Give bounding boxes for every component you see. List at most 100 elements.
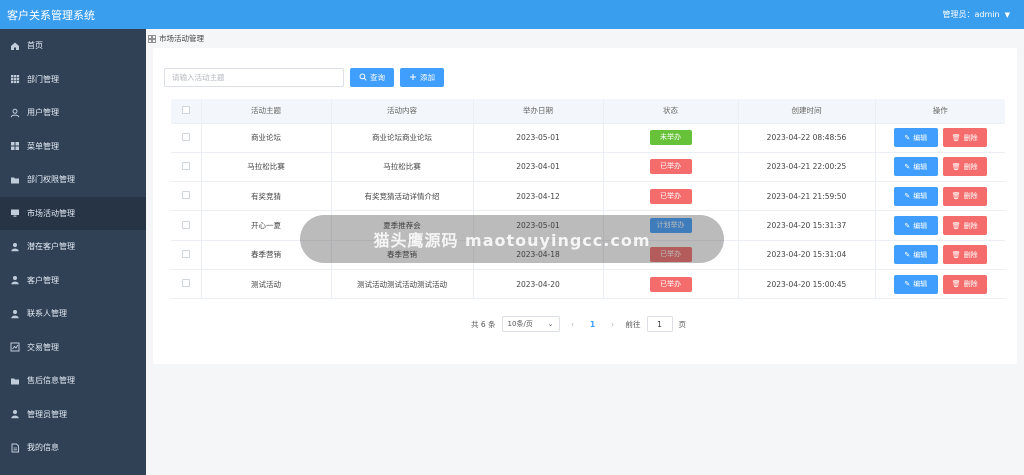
sidebar-item-label: 客户管理 bbox=[27, 275, 59, 285]
edit-button-label: 编辑 bbox=[913, 221, 928, 230]
sidebar-item-dept-permission[interactable]: 部门权限管理 bbox=[0, 163, 146, 197]
home-icon bbox=[10, 41, 20, 51]
trash-icon: 🗑 bbox=[951, 250, 961, 259]
delete-button[interactable]: 🗑 删除 bbox=[942, 245, 987, 265]
status-badge: 未举办 bbox=[649, 130, 692, 146]
menu-grid-icon bbox=[10, 141, 20, 151]
page-size-value: 10条/页 bbox=[507, 320, 533, 328]
trash-icon: 🗑 bbox=[951, 280, 961, 289]
select-all-cell[interactable] bbox=[171, 99, 202, 124]
edit-button[interactable]: ✎ 编辑 bbox=[893, 245, 938, 265]
header-content: 活动内容 bbox=[331, 99, 474, 124]
search-icon bbox=[359, 73, 367, 83]
sidebar-item-label: 我的信息 bbox=[27, 443, 59, 453]
admin-menu[interactable]: 管理员：admin ▼ bbox=[943, 9, 1010, 20]
add-button-label: 添加 bbox=[420, 73, 435, 82]
edit-icon: ✎ bbox=[904, 221, 911, 230]
document-icon bbox=[10, 443, 20, 453]
status-badge: 已举办 bbox=[649, 159, 692, 175]
edit-button[interactable]: ✎ 编辑 bbox=[893, 186, 938, 206]
sidebar-item-label: 潜在客户管理 bbox=[27, 242, 75, 252]
select-all-checkbox[interactable] bbox=[181, 105, 190, 114]
edit-button[interactable]: ✎ 编辑 bbox=[893, 216, 938, 236]
page-suffix: 页 bbox=[678, 319, 687, 329]
edit-button-label: 编辑 bbox=[913, 250, 928, 259]
sidebar-item-users[interactable]: 用户管理 bbox=[0, 96, 146, 130]
sidebar-item-home[interactable]: 首页 bbox=[0, 29, 146, 63]
chart-icon bbox=[10, 342, 20, 352]
plus-icon bbox=[409, 73, 417, 83]
watermark-banner: 猫头鹰源码 maotouyingcc.com bbox=[300, 215, 724, 263]
query-button-label: 查询 bbox=[370, 73, 385, 82]
total-count: 共 6 条 bbox=[471, 319, 496, 329]
delete-button[interactable]: 🗑 删除 bbox=[942, 186, 987, 206]
page-size-select[interactable]: 10条/页 ⌄ bbox=[501, 316, 560, 332]
edit-icon: ✎ bbox=[904, 133, 911, 142]
delete-button[interactable]: 🗑 删除 bbox=[942, 216, 987, 236]
status-badge: 已举办 bbox=[649, 188, 692, 204]
sidebar-item-admin[interactable]: 管理员管理 bbox=[0, 398, 146, 432]
delete-button[interactable]: 🗑 删除 bbox=[942, 157, 987, 177]
cell-created: 2023-04-20 15:31:37 bbox=[738, 210, 876, 241]
row-checkbox[interactable] bbox=[181, 191, 190, 200]
goto-page-input[interactable] bbox=[646, 316, 673, 332]
cell-content: 马拉松比赛 bbox=[331, 152, 474, 183]
row-checkbox[interactable] bbox=[181, 161, 190, 170]
header-actions: 操作 bbox=[875, 99, 1005, 124]
cell-created: 2023-04-22 08:48:56 bbox=[738, 123, 876, 153]
trash-icon: 🗑 bbox=[951, 133, 961, 142]
cell-content: 有奖竞猜活动详情介绍 bbox=[331, 181, 474, 212]
edit-button-label: 编辑 bbox=[913, 162, 928, 171]
delete-button-label: 删除 bbox=[963, 162, 978, 171]
sidebar-item-potential-customer[interactable]: 潜在客户管理 bbox=[0, 230, 146, 264]
sidebar-item-menu[interactable]: 菜单管理 bbox=[0, 130, 146, 164]
edit-button[interactable]: ✎ 编辑 bbox=[893, 128, 938, 148]
search-input[interactable] bbox=[164, 68, 344, 87]
row-checkbox[interactable] bbox=[181, 279, 190, 288]
delete-button-label: 删除 bbox=[963, 221, 978, 230]
activity-table: 活动主题 活动内容 举办日期 状态 创建时间 操作 商业论坛 商业论坛商业论坛 … bbox=[171, 99, 1005, 300]
sidebar-item-market-activity[interactable]: 市场活动管理 bbox=[0, 196, 146, 230]
edit-icon: ✎ bbox=[904, 250, 911, 259]
breadcrumb-label: 市场活动管理 bbox=[159, 34, 204, 43]
person-icon bbox=[10, 275, 20, 285]
row-checkbox[interactable] bbox=[181, 132, 190, 141]
sidebar-item-my-info[interactable]: 我的信息 bbox=[0, 431, 146, 465]
cell-created: 2023-04-20 15:31:04 bbox=[738, 240, 876, 270]
sidebar-item-contact[interactable]: 联系人管理 bbox=[0, 297, 146, 331]
delete-button[interactable]: 🗑 删除 bbox=[942, 128, 987, 148]
query-button[interactable]: 查询 bbox=[350, 68, 394, 87]
top-header: 客户关系管理系统 管理员：admin ▼ bbox=[0, 0, 1024, 29]
page-number-current[interactable]: 1 bbox=[586, 320, 600, 329]
next-page-button[interactable]: › bbox=[606, 320, 620, 329]
cell-content: 测试活动测试活动测试活动 bbox=[331, 269, 474, 300]
delete-button-label: 删除 bbox=[963, 250, 978, 259]
person-icon bbox=[10, 309, 20, 319]
activity-card: 查询 添加 活动主题 活动内容 举办日期 状态 创建时间 操作 bbox=[153, 48, 1017, 364]
sidebar-item-department[interactable]: 部门管理 bbox=[0, 63, 146, 97]
sidebar-item-label: 联系人管理 bbox=[27, 309, 67, 319]
sidebar-item-trade[interactable]: 交易管理 bbox=[0, 331, 146, 365]
add-button[interactable]: 添加 bbox=[400, 68, 444, 87]
sidebar-item-label: 用户管理 bbox=[27, 108, 59, 118]
edit-button-label: 编辑 bbox=[913, 133, 928, 142]
caret-down-icon: ▼ bbox=[1004, 10, 1010, 19]
computer-icon bbox=[10, 208, 20, 218]
table-row: 马拉松比赛 马拉松比赛 2023-04-01 已举办 2023-04-21 22… bbox=[171, 152, 1005, 183]
sidebar-item-label: 首页 bbox=[27, 41, 43, 51]
prev-page-button[interactable]: ‹ bbox=[566, 320, 580, 329]
header-created: 创建时间 bbox=[738, 99, 876, 124]
row-checkbox[interactable] bbox=[181, 220, 190, 229]
cell-theme: 有奖竞猜 bbox=[201, 181, 332, 212]
cell-created: 2023-04-20 15:00:45 bbox=[738, 269, 876, 300]
sidebar: 首页 部门管理 用户管理 菜单管理 部门权限管理 市场活动管理 潜在客户管理 客… bbox=[0, 29, 146, 475]
sidebar-item-customer[interactable]: 客户管理 bbox=[0, 264, 146, 298]
delete-button[interactable]: 🗑 删除 bbox=[942, 274, 987, 294]
row-checkbox[interactable] bbox=[181, 249, 190, 258]
toolbar: 查询 添加 bbox=[164, 68, 444, 87]
folder-icon bbox=[10, 376, 20, 386]
edit-button[interactable]: ✎ 编辑 bbox=[893, 157, 938, 177]
sidebar-item-label: 售后信息管理 bbox=[27, 376, 75, 386]
sidebar-item-after-sales[interactable]: 售后信息管理 bbox=[0, 364, 146, 398]
edit-button[interactable]: ✎ 编辑 bbox=[893, 274, 938, 294]
